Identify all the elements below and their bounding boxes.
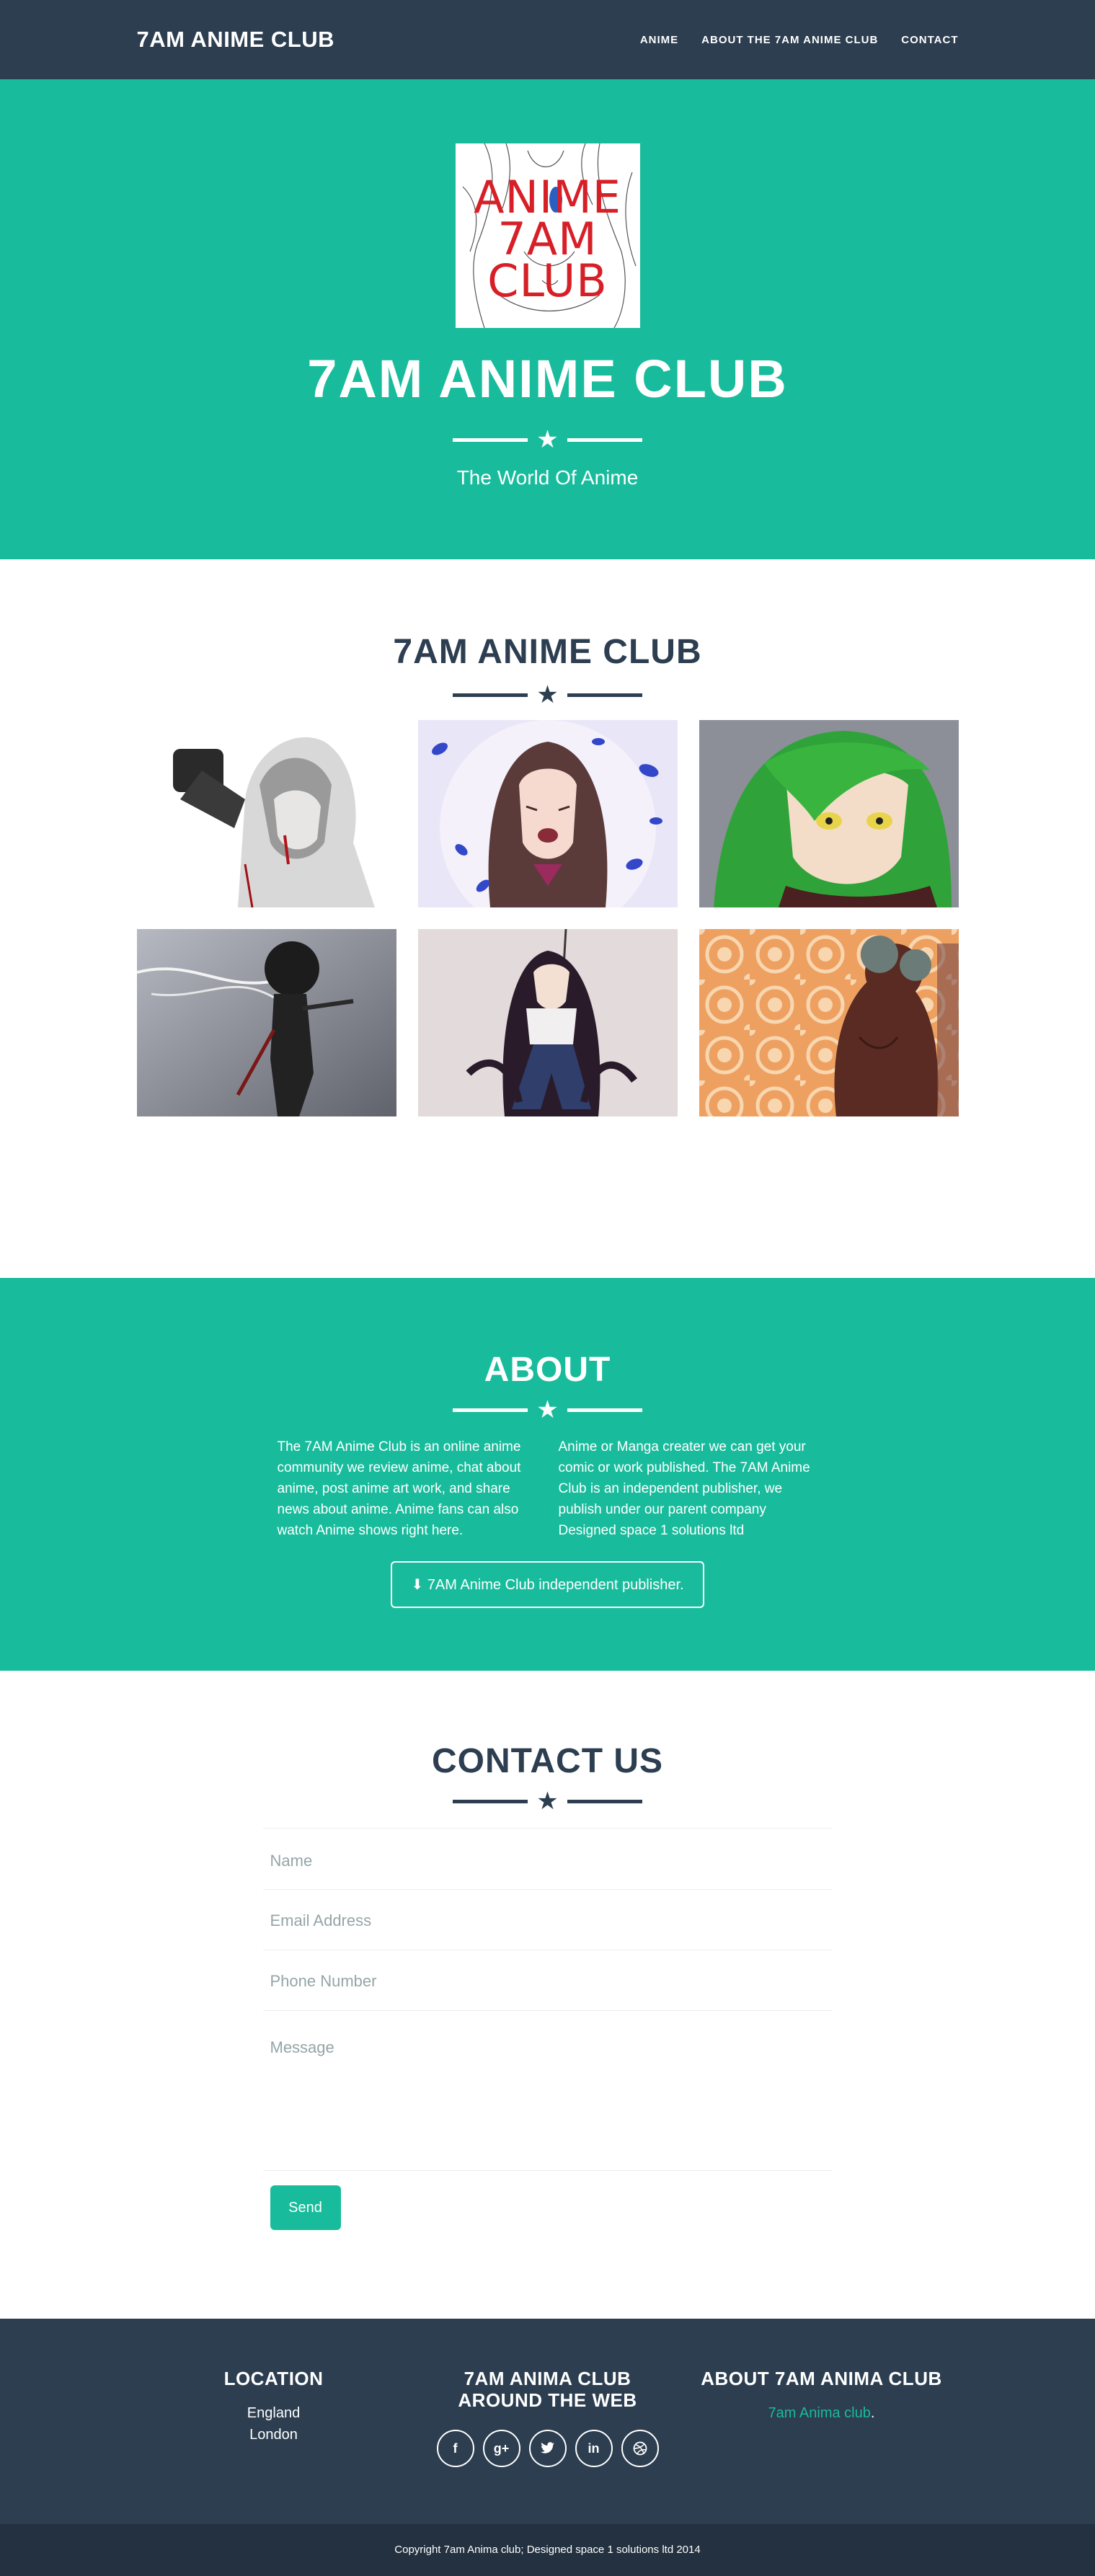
twitter-icon[interactable] — [529, 2430, 567, 2467]
portfolio-grid — [0, 720, 1095, 1116]
divider-line — [567, 1408, 642, 1412]
footer-about-link[interactable]: 7am Anima club — [768, 2405, 871, 2421]
about-text-right: Anime or Manga creater we can get your c… — [559, 1436, 818, 1541]
about-section: ABOUT ★ The 7AM Anime Club is an online … — [0, 1278, 1095, 1671]
divider-line — [567, 693, 642, 697]
portfolio-item-swordswoman[interactable] — [418, 929, 678, 1116]
download-icon: ⬇ — [411, 1577, 423, 1593]
nav-link-about[interactable]: ABOUT THE 7AM ANIME CLUB — [701, 34, 878, 46]
navbar: 7AM ANIME CLUB ANIME ABOUT THE 7AM ANIME… — [0, 0, 1095, 79]
hero-title: 7AM ANIME CLUB — [0, 350, 1095, 409]
email-field[interactable] — [263, 1911, 833, 1930]
star-icon: ★ — [536, 1398, 558, 1422]
about-columns: The 7AM Anime Club is an online anime co… — [278, 1436, 818, 1541]
logo-text: ANIME 7AM CLUB — [456, 177, 640, 302]
star-divider: ★ — [0, 683, 1095, 707]
footer-social: 7AM ANIMA CLUB AROUND THE WEB f g+ in — [411, 2368, 685, 2467]
facebook-icon[interactable]: f — [437, 2430, 474, 2467]
linkedin-icon[interactable]: in — [575, 2430, 613, 2467]
brand-link[interactable]: 7AM ANIME CLUB — [137, 27, 335, 53]
portfolio-section: 7AM ANIME CLUB ★ — [0, 559, 1095, 1278]
email-field-group — [263, 1890, 833, 1950]
nav-link-contact[interactable]: CONTACT — [901, 34, 958, 46]
about-text-left: The 7AM Anime Club is an online anime co… — [278, 1436, 537, 1541]
contact-section: CONTACT US ★ Send — [0, 1671, 1095, 2319]
footer-social-title: 7AM ANIMA CLUB AROUND THE WEB — [411, 2368, 685, 2411]
portfolio-item-swordsman[interactable] — [137, 929, 396, 1116]
dribbble-icon[interactable] — [621, 2430, 659, 2467]
divider-line — [567, 438, 642, 442]
portfolio-item-crying-girl[interactable] — [418, 720, 678, 907]
star-icon: ★ — [536, 683, 558, 707]
location-line-2: London — [249, 2427, 298, 2443]
divider-line — [453, 438, 528, 442]
copyright-text: Copyright 7am Anima club; Designed space… — [394, 2544, 700, 2556]
send-button[interactable]: Send — [270, 2185, 341, 2230]
publisher-button[interactable]: ⬇ 7AM Anime Club independent publisher. — [391, 1561, 704, 1608]
footer-about-title: ABOUT 7AM ANIMA CLUB — [685, 2368, 959, 2389]
star-icon: ★ — [536, 1789, 558, 1813]
divider-line — [453, 1800, 528, 1803]
footer: LOCATION England London 7AM ANIMA CLUB A… — [0, 2319, 1095, 2524]
star-divider: ★ — [0, 1398, 1095, 1422]
portfolio-title: 7AM ANIME CLUB — [0, 632, 1095, 672]
portfolio-item-floral-character[interactable] — [699, 929, 959, 1116]
hero-section: ANIME 7AM CLUB 7AM ANIME CLUB ★ The Worl… — [0, 79, 1095, 559]
phone-field-group — [263, 1950, 833, 2011]
copyright-bar: Copyright 7am Anima club; Designed space… — [0, 2524, 1095, 2576]
footer-social-title-line-1: 7AM ANIMA CLUB — [464, 2368, 631, 2389]
footer-location-text: England London — [137, 2402, 411, 2446]
club-logo: ANIME 7AM CLUB — [456, 143, 640, 328]
logo-text-line-3: CLUB — [456, 260, 640, 302]
divider-line — [453, 693, 528, 697]
hero-subtitle: The World Of Anime — [0, 466, 1095, 489]
portfolio-item-green-hair[interactable] — [699, 720, 959, 907]
divider-line — [567, 1800, 642, 1803]
footer-about: ABOUT 7AM ANIMA CLUB 7am Anima club. — [685, 2368, 959, 2467]
phone-field[interactable] — [263, 1972, 833, 1991]
social-buttons: f g+ in — [411, 2430, 685, 2467]
star-icon: ★ — [536, 427, 558, 452]
divider-line — [453, 1408, 528, 1412]
message-field[interactable] — [263, 2038, 833, 2161]
portfolio-item-hooded-figure[interactable] — [137, 720, 396, 907]
footer-social-title-line-2: AROUND THE WEB — [458, 2389, 637, 2411]
name-field-group — [263, 1828, 833, 1890]
publisher-button-label: 7AM Anime Club independent publisher. — [427, 1577, 684, 1593]
google-plus-icon[interactable]: g+ — [483, 2430, 520, 2467]
star-divider: ★ — [0, 1789, 1095, 1813]
footer-about-suffix: . — [871, 2405, 875, 2421]
contact-title: CONTACT US — [0, 1741, 1095, 1782]
nav-link-anime[interactable]: ANIME — [640, 34, 678, 46]
location-line-1: England — [247, 2405, 300, 2421]
footer-location-title: LOCATION — [137, 2368, 411, 2389]
about-title: ABOUT — [0, 1350, 1095, 1390]
footer-location: LOCATION England London — [137, 2368, 411, 2467]
name-field[interactable] — [263, 1852, 833, 1870]
star-divider: ★ — [0, 427, 1095, 452]
footer-about-text: 7am Anima club. — [685, 2402, 959, 2424]
message-field-group — [263, 2011, 833, 2171]
contact-form: Send — [263, 1828, 833, 2230]
nav-links: ANIME ABOUT THE 7AM ANIME CLUB CONTACT — [640, 34, 959, 46]
